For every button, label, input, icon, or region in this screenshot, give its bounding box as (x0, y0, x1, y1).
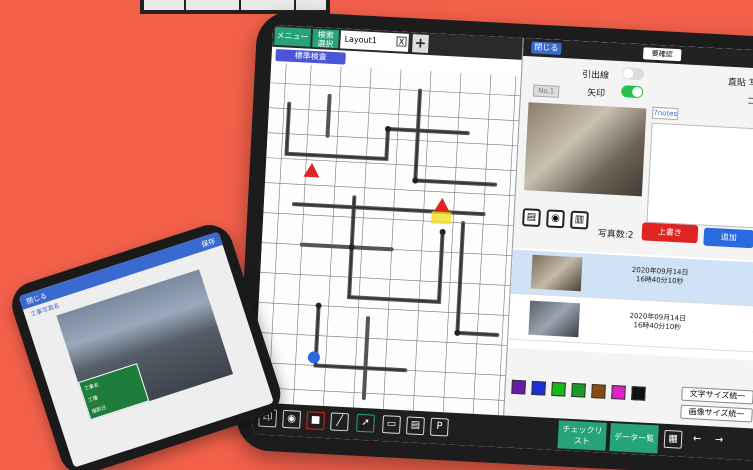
pen-icon[interactable]: ╱ (330, 412, 350, 432)
photo-thumbnail (528, 300, 581, 338)
document-icon[interactable]: ▤ (405, 416, 425, 436)
blueprint-drawing[interactable] (253, 62, 521, 416)
phone-save-button[interactable]: 保存 (200, 236, 217, 250)
arrow-label: 矢印 (586, 88, 606, 100)
tablet-screen: メニュー 検索 選択 Layout1 X + 標準検査 閉じる 要確認 引出線 … (251, 24, 753, 461)
notes-button[interactable]: 7notes (651, 106, 679, 121)
overwrite-button[interactable]: 上書き (641, 222, 699, 244)
cursor-icon[interactable]: ➚ (356, 413, 375, 433)
direct-paste-label: 直貼 写 (727, 77, 753, 90)
color-swatch[interactable] (591, 383, 606, 399)
checklist-button[interactable]: チェックリ スト (557, 420, 607, 451)
color-swatch[interactable] (571, 382, 586, 398)
unify-image-size-button[interactable]: 画像サイズ統一 (680, 404, 753, 423)
add-tab-button[interactable]: + (412, 34, 429, 53)
book-icon[interactable]: ▦ (663, 429, 683, 449)
photo-date: 2020年09月14日 16時40分10秒 (629, 311, 687, 332)
back-arrow-icon[interactable]: ← (688, 431, 707, 450)
add-button[interactable]: 追加 (703, 227, 753, 249)
forward-arrow-icon[interactable]: → (710, 432, 729, 451)
photo-panel: 閉じる 要確認 引出線 矢印 直貼 写 コメ 黒 No.1 7notes ▤ ◉… (503, 37, 753, 429)
color-box-icon[interactable]: ■ (306, 411, 326, 431)
color-swatch[interactable] (551, 381, 566, 397)
confirm-button[interactable]: 要確認 (642, 47, 682, 62)
arrow-toggle[interactable] (620, 85, 644, 99)
standard-check-button[interactable]: 標準検査 (275, 48, 346, 65)
selected-photo[interactable] (523, 102, 647, 197)
comment-label: コメ (746, 96, 753, 108)
camera-icon[interactable]: ◉ (546, 209, 565, 229)
photo-count: 写真数:2 (597, 229, 634, 241)
photo-thumbnail (530, 254, 583, 292)
film-icon[interactable]: ▤ (522, 208, 541, 228)
camera-icon[interactable]: ◉ (282, 409, 302, 429)
leader-line-toggle[interactable] (621, 67, 645, 81)
monitor-icon[interactable]: ▭ (382, 415, 401, 435)
gallery-icon[interactable]: ▥ (569, 210, 589, 230)
tablet-device: メニュー 検索 選択 Layout1 X + 標準検査 閉じる 要確認 引出線 … (234, 10, 753, 470)
color-swatch[interactable] (531, 380, 546, 396)
close-button[interactable]: 閉じる (531, 41, 562, 55)
color-swatch[interactable] (511, 379, 526, 395)
panel-header: 閉じる 要確認 (522, 37, 753, 70)
comment-textarea[interactable] (646, 122, 753, 230)
unify-text-size-button[interactable]: 文字サイズ統一 (681, 386, 753, 405)
blackboard: 工事名 工種 撮影日 (78, 363, 150, 421)
search-select-button[interactable]: 検索 選択 (312, 28, 340, 49)
number-field[interactable]: No.1 (532, 84, 560, 98)
leader-line-label: 引出線 (581, 70, 610, 82)
color-swatch[interactable] (611, 385, 626, 400)
pdf-icon[interactable]: P (429, 417, 449, 437)
menu-button[interactable]: メニュー (274, 26, 312, 47)
data-list-button[interactable]: データ一覧 (609, 423, 659, 454)
photo-date: 2020年09月14日 16時40分10秒 (631, 265, 689, 286)
phone-screen: 閉じる 保存 工事写真名 工事名 工種 撮影日 (18, 231, 274, 468)
construction-photo[interactable]: 工事名 工種 撮影日 (56, 269, 234, 421)
color-swatch[interactable] (631, 386, 646, 401)
close-tab-icon[interactable]: X (396, 36, 407, 47)
photo-list: 2020年09月14日 16時40分10秒 2020年09月14日 16時40分10… (507, 247, 753, 362)
